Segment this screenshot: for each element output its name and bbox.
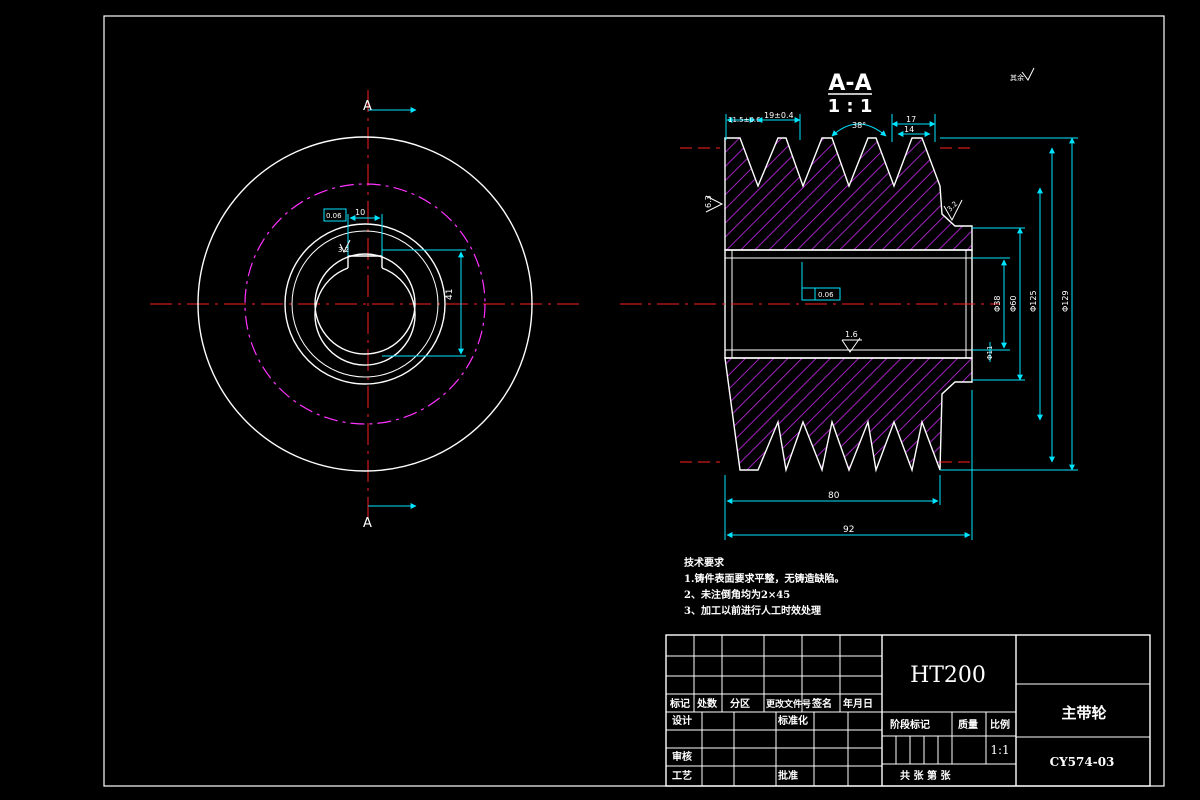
hdr-file: 更改文件号 — [766, 698, 811, 710]
dim-length-92: 92 — [843, 525, 854, 535]
drawing-sheet: 41 10 0.06 3.2 A A A-A 1 : 1 11.5±0.6 19… — [103, 15, 1165, 787]
tech-requirements: 技术要求 1.铸件表面要求平整，无铸造缺陷。 2、未注倒角均为2×45 3、加工… — [684, 556, 844, 617]
dim-dia-60: Φ60 — [1009, 296, 1018, 312]
upper-hatched-section — [724, 137, 973, 251]
design-label: 设计 — [672, 714, 692, 727]
dim-dia-11: Φ11 — [986, 346, 994, 360]
drawing-number: CY574-03 — [1050, 755, 1115, 769]
dim-angle: 38° — [852, 121, 866, 130]
tech-item-2: 2、未注倒角均为2×45 — [684, 588, 790, 601]
roughness-value: 3.2 — [338, 246, 349, 254]
roughness-r3: 1.6 — [845, 330, 858, 339]
lower-hatched-section — [724, 357, 973, 473]
tech-item-3: 3、加工以前进行人工时效处理 — [684, 604, 821, 617]
tech-item-1: 1.铸件表面要求平整，无铸造缺陷。 — [684, 572, 844, 585]
hdr-date: 年月日 — [843, 697, 873, 710]
roughness-r2: 3.2 — [946, 200, 960, 214]
weight-label: 质量 — [958, 718, 978, 731]
section-scale: 1 : 1 — [828, 96, 873, 117]
roughness-r1: 6.3 — [704, 195, 713, 208]
section-label: A-A — [828, 71, 871, 96]
dim-dia-129: Φ129 — [1061, 290, 1070, 312]
hdr-sign: 签名 — [811, 697, 832, 710]
part-name: 主带轮 — [1061, 704, 1106, 722]
section-mark-bottom: A — [363, 516, 372, 531]
front-view: 41 10 0.06 3.2 A A — [150, 90, 580, 531]
standard-label: 标准化 — [777, 714, 808, 727]
hdr-zone: 分区 — [730, 697, 750, 710]
hdr-mark: 标记 — [669, 697, 690, 710]
keyway — [314, 256, 416, 366]
hdr-count: 处数 — [696, 697, 718, 710]
dim-length-80: 80 — [828, 491, 840, 501]
tech-title: 技术要求 — [684, 556, 725, 569]
sheets-label: 共 张 第 张 — [900, 769, 951, 782]
ratio-label: 比例 — [990, 718, 1010, 731]
geometric-tolerance: 0.06 — [818, 291, 834, 299]
dim-d4: 14 — [904, 125, 914, 134]
sheet-border — [103, 15, 1165, 787]
section-mark-top: A — [363, 99, 372, 114]
material: HT200 — [910, 663, 986, 688]
dim-d1: 11.5±0.6 — [728, 116, 761, 124]
keyway-width-dim: 10 — [355, 208, 365, 217]
process-label: 工艺 — [672, 769, 692, 782]
keyway-depth-dim: 41 — [445, 289, 455, 300]
approve-label: 批准 — [778, 769, 798, 782]
section-view: A-A 1 : 1 11.5±0.6 19±0.4 38° 17 14 6.3 — [620, 71, 1078, 540]
scale-value: 1:1 — [990, 743, 1009, 757]
dim-dia-38: Φ38 — [993, 296, 1002, 312]
corner-mark: 其余 — [1010, 73, 1024, 82]
tolerance-value: 0.06 — [326, 212, 342, 220]
dim-dia-125: Φ125 — [1029, 290, 1038, 312]
check-label: 审核 — [672, 750, 692, 763]
dim-d2: 19±0.4 — [764, 111, 794, 120]
dim-d3: 17 — [906, 115, 916, 124]
stage-mark-label: 阶段标记 — [890, 718, 930, 731]
